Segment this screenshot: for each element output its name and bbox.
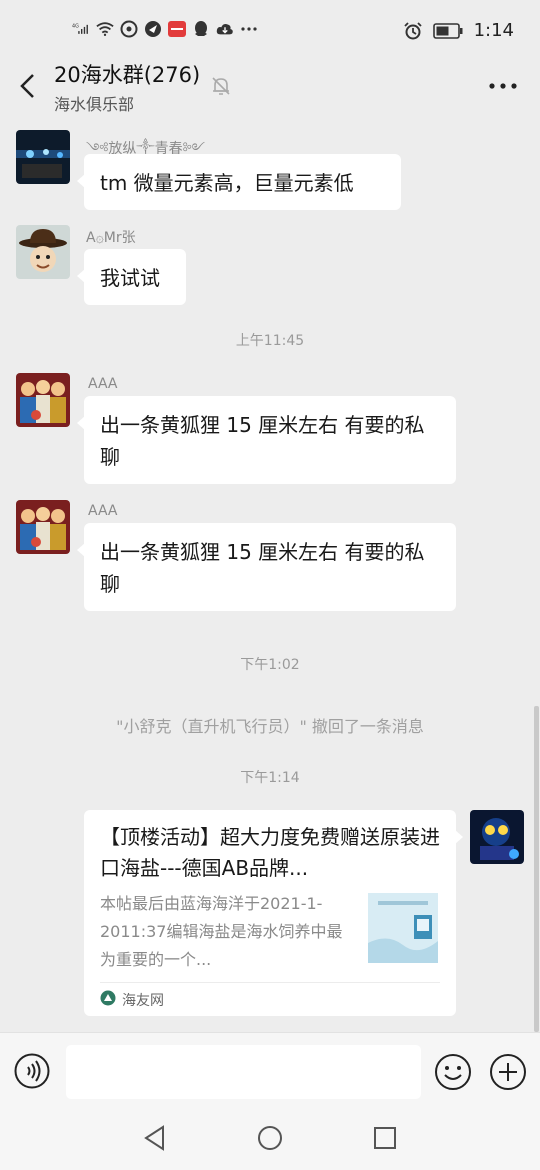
source-logo-icon <box>100 990 116 1010</box>
wifi-icon <box>96 20 114 38</box>
system-nav-bar <box>0 1112 540 1170</box>
battery-icon <box>432 22 464 40</box>
more-options-icon[interactable] <box>488 75 518 97</box>
clock-time: 1:14 <box>473 20 514 41</box>
svg-text:4G: 4G <box>72 24 79 30</box>
message-bubble[interactable]: 我试试 <box>77 249 186 305</box>
nav-recent-apps-icon[interactable] <box>371 1124 399 1152</box>
emoji-icon[interactable] <box>434 1053 472 1091</box>
more-dots-icon <box>240 20 258 38</box>
avatar[interactable] <box>16 500 70 554</box>
avatar[interactable] <box>16 373 70 427</box>
status-icons-left: 4G <box>72 20 258 38</box>
link-card-description: 本帖最后由蓝海海洋于2021-1-2011:37编辑海盐是海水饲养中最为重要的一… <box>100 894 343 969</box>
qq-icon <box>192 20 210 38</box>
more-actions-plus-icon[interactable] <box>489 1053 527 1091</box>
alarm-icon <box>403 21 422 40</box>
link-card-title: 【顶楼活动】超大力度免费赠送原装进口海盐---德国AB品牌... <box>100 825 440 880</box>
sender-name: AAA <box>88 503 118 519</box>
time-label: 上午11:45 <box>235 333 305 349</box>
back-arrow-icon[interactable] <box>14 71 44 101</box>
sender-name: AAA <box>88 376 118 392</box>
chat-title: 20海水群(276) <box>54 63 201 87</box>
input-bar <box>0 1032 540 1112</box>
link-card-source: 海友网 <box>100 990 164 1010</box>
avatar[interactable] <box>16 225 70 279</box>
status-bar: 4G 1:14 <box>0 0 540 62</box>
status-icons-right: 1:14 <box>403 20 514 41</box>
sender-name: A۞Mr张 <box>86 230 136 246</box>
signal-icon: 4G <box>72 20 90 38</box>
message-input[interactable] <box>66 1045 421 1099</box>
voice-input-icon[interactable] <box>14 1053 50 1089</box>
link-card-source-name: 海友网 <box>122 993 164 1009</box>
notification-app-icon <box>168 20 186 38</box>
message-bubble[interactable]: 出一条黄狐狸 15 厘米左右 有要的私聊 <box>77 523 456 611</box>
link-card[interactable]: 【顶楼活动】超大力度免费赠送原装进口海盐---德国AB品牌... 本帖最后由蓝海… <box>84 810 463 1016</box>
link-card-thumbnail <box>368 893 438 963</box>
scrollbar[interactable] <box>534 706 539 1032</box>
cloud-icon <box>216 20 234 38</box>
nav-home-icon[interactable] <box>256 1124 284 1152</box>
recall-notice: "小舒克（直升机飞行员）" 撤回了一条消息 <box>116 717 424 736</box>
avatar[interactable] <box>16 130 70 184</box>
time-label: 下午1:14 <box>240 770 300 786</box>
message-bubble[interactable]: 出一条黄狐狸 15 厘米左右 有要的私聊 <box>77 396 456 484</box>
chat-header: 20海水群(276) 海水俱乐部 <box>0 55 540 123</box>
nav-back-icon[interactable] <box>141 1124 169 1152</box>
location-icon <box>120 20 138 38</box>
own-avatar[interactable] <box>470 810 524 864</box>
link-card-divider <box>100 982 440 983</box>
time-label: 下午1:02 <box>240 657 300 673</box>
chat-subtitle: 海水俱乐部 <box>54 95 135 114</box>
message-bubble[interactable]: tm 微量元素高，巨量元素低 <box>77 154 401 210</box>
mute-bell-icon <box>210 75 232 97</box>
app-icon <box>144 20 162 38</box>
